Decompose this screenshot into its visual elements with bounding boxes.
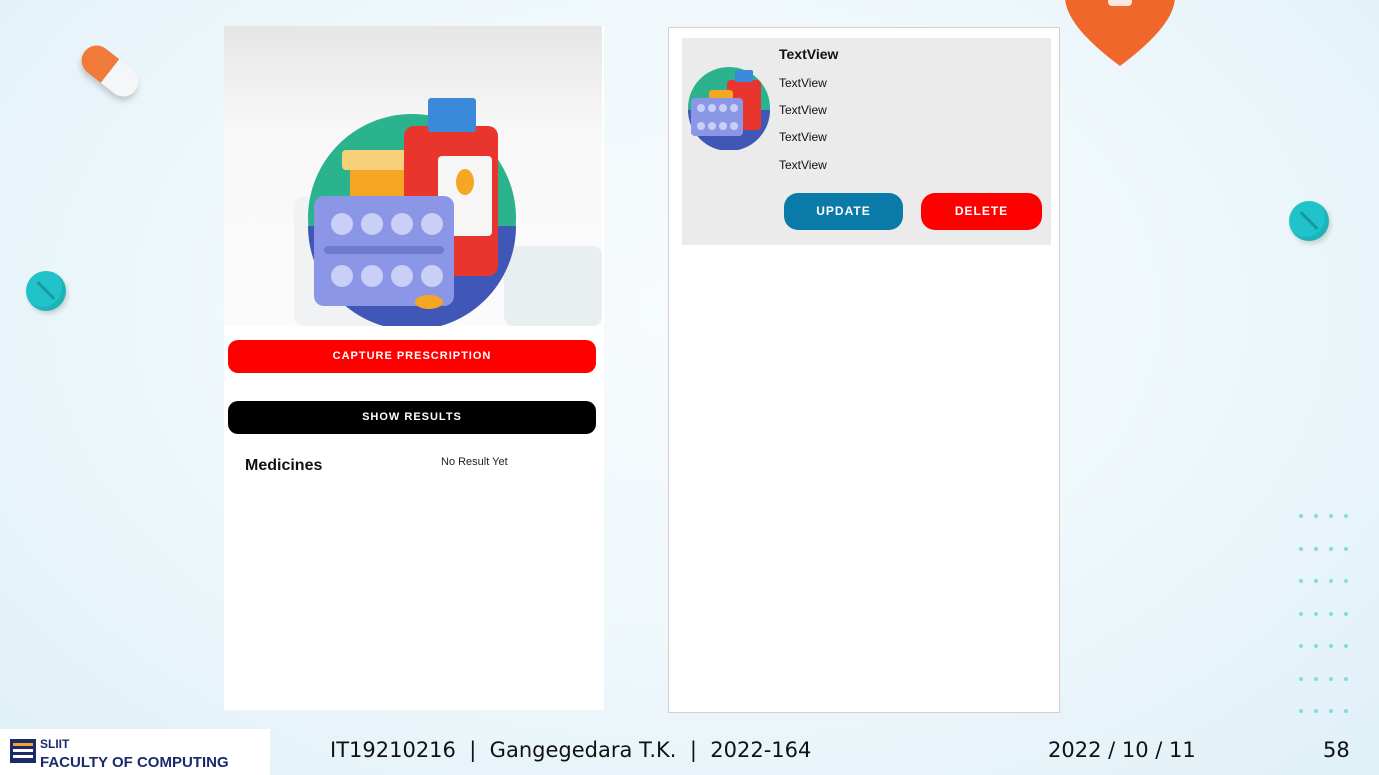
result-text: No Result Yet [441, 456, 508, 468]
tablet-decoration-right [1289, 201, 1329, 241]
update-button[interactable]: UPDATE [784, 193, 903, 230]
dot-grid-decoration [1299, 505, 1369, 733]
logo-line-1: SLIIT [40, 737, 70, 751]
show-results-button[interactable]: SHOW RESULTS [228, 401, 596, 434]
pill-decoration [75, 39, 145, 103]
medicine-thumbnail-icon [688, 67, 770, 150]
delete-button[interactable]: DELETE [921, 193, 1042, 230]
card-title: TextView [779, 46, 839, 62]
heart-cross-decoration [1065, 0, 1175, 66]
capture-prescription-button[interactable]: CAPTURE PRESCRIPTION [228, 340, 596, 373]
slide-date: 2022 / 10 / 11 [1048, 738, 1196, 762]
card-line-3: TextView [779, 130, 827, 144]
card-line-2: TextView [779, 103, 827, 117]
tablet-decoration-left [26, 271, 66, 311]
medicine-illustration-icon [294, 98, 602, 326]
card-line-1: TextView [779, 76, 827, 90]
page-number: 58 [1323, 738, 1350, 762]
capture-screen: CAPTURE PRESCRIPTION SHOW RESULTS Medici… [224, 26, 604, 710]
prescription-card: TextView TextView TextView TextView Text… [682, 38, 1051, 245]
prescription-image [224, 26, 602, 326]
prescription-list-screen: TextView TextView TextView TextView Text… [668, 27, 1060, 713]
medicines-label: Medicines [245, 457, 323, 474]
card-line-4: TextView [779, 158, 827, 172]
sliit-crest-icon [10, 739, 36, 763]
logo-line-2: FACULTY OF COMPUTING [40, 754, 229, 771]
author-info: IT19210216 | Gangegedara T.K. | 2022-164 [330, 738, 812, 762]
